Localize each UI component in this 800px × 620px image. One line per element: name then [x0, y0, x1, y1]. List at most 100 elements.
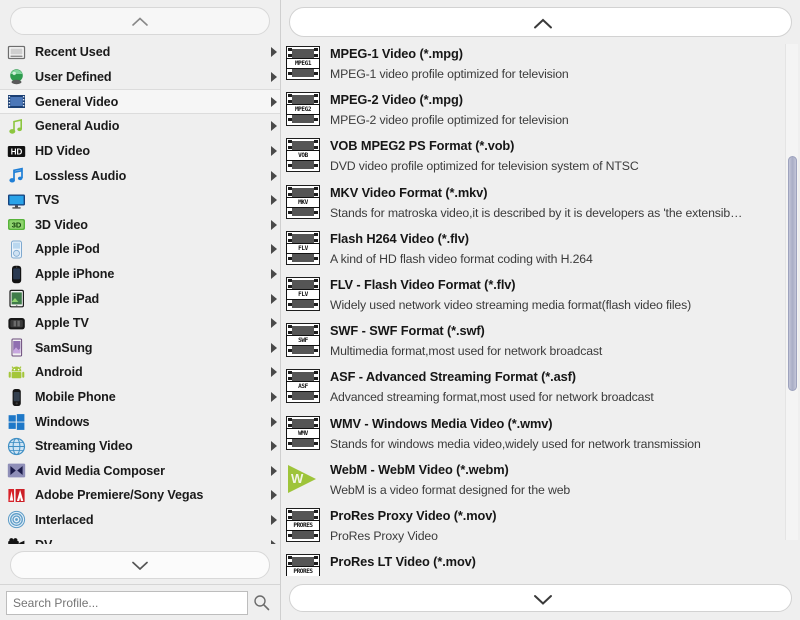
chevron-right-icon[interactable] [271, 195, 277, 206]
chevron-right-icon[interactable] [271, 170, 277, 181]
sidebar-item-general-audio[interactable]: General Audio [0, 114, 280, 139]
chevron-right-icon[interactable] [271, 441, 277, 452]
sidebar-item-samsung[interactable]: SamSung [0, 336, 280, 361]
format-list-item[interactable]: FLV FLV - Flash Video Format (*.flv) Widel… [283, 272, 800, 318]
format-description: MPEG-1 video profile optimized for telev… [330, 67, 569, 82]
format-list-item[interactable]: PRORES ProRes LT Video (*.mov) ProRes LT V… [283, 549, 800, 576]
sidebar-item-avid-media-composer[interactable]: Avid Media Composer [0, 459, 280, 484]
sidebar-item-adobe-premiere-sony-vegas[interactable]: Adobe Premiere/Sony Vegas [0, 483, 280, 508]
format-description: ProRes Proxy Video [330, 528, 438, 543]
chevron-right-icon[interactable] [271, 219, 277, 230]
format-list-item[interactable]: W WebM - WebM Video (*.webm) WebM is a vid… [283, 457, 800, 503]
avid-icon [6, 461, 26, 481]
film-strip-icon: FLV [286, 277, 320, 312]
chevron-right-icon[interactable] [271, 490, 277, 501]
category-panel: Recent Used User Defined General Video Gene… [0, 0, 281, 620]
recent-used-icon [6, 42, 26, 62]
format-list-item[interactable]: MKV MKV Video Format (*.mkv) Stands for ma… [283, 180, 800, 226]
sidebar-item-apple-iphone[interactable]: Apple iPhone [0, 262, 280, 287]
format-list[interactable]: MPEG1 MPEG-1 Video (*.mpg) MPEG-1 video pr… [281, 41, 800, 576]
chevron-right-icon[interactable] [271, 392, 277, 403]
chevron-right-icon[interactable] [271, 71, 277, 82]
sidebar-item-apple-tv[interactable]: Apple TV [0, 311, 280, 336]
sidebar-item-user-defined[interactable]: User Defined [0, 65, 280, 90]
sidebar-item-label: HD Video [35, 144, 90, 159]
sidebar-item-label: Lossless Audio [35, 168, 127, 183]
format-list-item[interactable]: SWF SWF - SWF Format (*.swf) Multimedia fo… [283, 318, 800, 364]
sidebar-item-android[interactable]: Android [0, 360, 280, 385]
apple-ipod-icon [6, 239, 26, 259]
sidebar-item-recent-used[interactable]: Recent Used [0, 40, 280, 65]
sidebar-item-interlaced[interactable]: Interlaced [0, 508, 280, 533]
sidebar-item-dv[interactable]: DV [0, 532, 280, 544]
film-strip-icon: SWF [286, 323, 322, 359]
category-scroll-down-button[interactable] [10, 551, 270, 579]
chevron-right-icon[interactable] [271, 96, 277, 107]
category-list[interactable]: Recent Used User Defined General Video Gene… [0, 40, 280, 544]
sidebar-item-apple-ipod[interactable]: Apple iPod [0, 237, 280, 262]
chevron-right-icon[interactable] [271, 342, 277, 353]
sidebar-item-general-video[interactable]: General Video [0, 89, 280, 115]
windows-icon [6, 412, 26, 432]
format-list-item[interactable]: ASF ASF - Advanced Streaming Format (*.as… [283, 364, 800, 410]
film-strip-icon: PRORES [286, 507, 322, 544]
film-strip-icon: MPEG2 [286, 92, 322, 128]
format-list-item[interactable]: VOB VOB MPEG2 PS Format (*.vob) DVD video … [283, 133, 800, 179]
format-title: MKV Video Format (*.mkv) [330, 184, 488, 200]
interlaced-icon [6, 510, 26, 530]
sidebar-item-label: Windows [35, 414, 90, 429]
format-list-item[interactable]: MPEG2 MPEG-2 Video (*.mpg) MPEG-2 video pr… [283, 87, 800, 133]
sidebar-item-apple-ipad[interactable]: Apple iPad [0, 286, 280, 311]
chevron-right-icon[interactable] [271, 146, 277, 157]
search-input[interactable] [6, 590, 248, 615]
chevron-right-icon[interactable] [271, 269, 277, 280]
3d-video-icon: 3D [6, 215, 26, 235]
film-strip-icon: PRORES [286, 554, 322, 576]
chevron-right-icon[interactable] [271, 47, 277, 58]
sidebar-item-label: Apple TV [35, 316, 89, 331]
mobile-phone-icon [6, 387, 26, 407]
format-description: Stands for matroska video,it is describe… [330, 205, 743, 220]
sidebar-item-hd-video[interactable]: HD HD Video [0, 139, 280, 164]
chevron-right-icon[interactable] [271, 121, 277, 132]
chevron-right-icon[interactable] [271, 416, 277, 427]
lossless-audio-icon [6, 166, 26, 186]
format-list-item[interactable]: FLV Flash H264 Video (*.flv) A kind of HD … [283, 226, 800, 272]
chevron-right-icon[interactable] [271, 539, 277, 544]
format-description: Widely used network video streaming medi… [330, 298, 692, 313]
format-list-scrollbar-thumb[interactable] [788, 156, 797, 391]
sidebar-item-windows[interactable]: Windows [0, 409, 280, 434]
search-row [0, 584, 280, 620]
chevron-right-icon[interactable] [271, 514, 277, 525]
format-list-item[interactable]: WMV WMV - Windows Media Video (*.wmv) Stan… [283, 411, 800, 457]
film-strip-icon: WMV [286, 415, 322, 452]
chevron-right-icon[interactable] [271, 318, 277, 329]
android-icon [6, 362, 26, 382]
sidebar-item-streaming-video[interactable]: Streaming Video [0, 434, 280, 459]
format-scroll-up-button[interactable] [289, 7, 792, 37]
format-title: WMV - Windows Media Video (*.wmv) [330, 415, 553, 431]
chevron-right-icon[interactable] [271, 293, 277, 304]
sidebar-item-3d-video[interactable]: 3D 3D Video [0, 213, 280, 238]
chevron-right-icon[interactable] [271, 465, 277, 476]
webm-icon: W [286, 462, 320, 496]
sidebar-item-lossless-audio[interactable]: Lossless Audio [0, 163, 280, 188]
chevron-right-icon[interactable] [271, 367, 277, 378]
format-list-scrollbar[interactable] [785, 44, 798, 540]
category-scroll-up-button[interactable] [10, 7, 270, 35]
sidebar-item-mobile-phone[interactable]: Mobile Phone [0, 385, 280, 410]
format-list-item[interactable]: MPEG1 MPEG-1 Video (*.mpg) MPEG-1 video pr… [283, 41, 800, 87]
format-title: VOB MPEG2 PS Format (*.vob) [330, 138, 515, 154]
sidebar-item-tvs[interactable]: TVS [0, 188, 280, 213]
sidebar-item-label: Android [35, 365, 83, 380]
sidebar-item-label: 3D Video [35, 217, 88, 232]
search-icon[interactable] [248, 590, 274, 616]
format-list-item[interactable]: PRORES ProRes Proxy Video (*.mov) ProRes P… [283, 503, 800, 549]
film-strip-icon: VOB [286, 138, 320, 173]
format-description: Stands for windows media video,widely us… [330, 436, 701, 451]
adobe-premiere-icon [6, 485, 26, 505]
format-description: WebM is a video format designed for the … [330, 482, 571, 497]
format-panel-bottom [281, 576, 800, 620]
format-scroll-down-button[interactable] [289, 584, 792, 612]
chevron-right-icon[interactable] [271, 244, 277, 255]
